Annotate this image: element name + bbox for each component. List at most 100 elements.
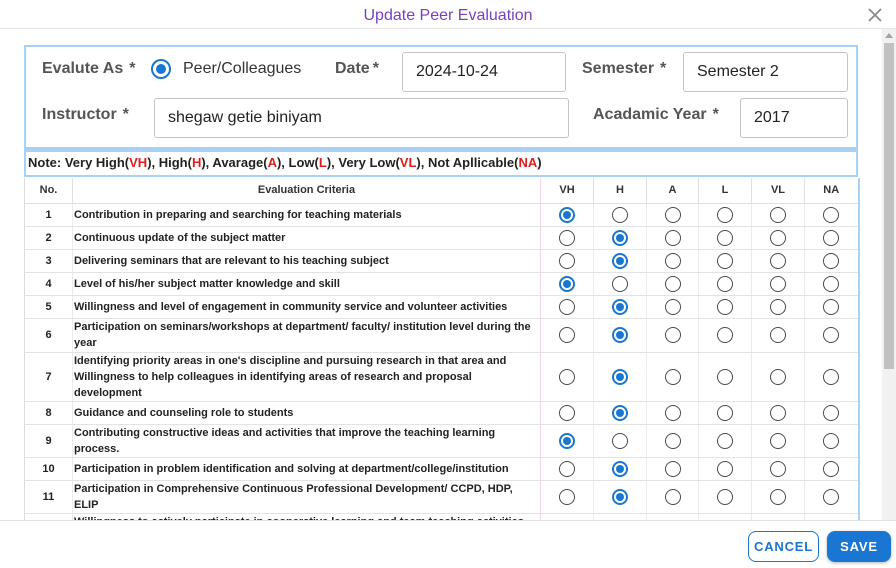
dialog-content: Evalute As * Peer/Colleagues Date * 2024-1… [0,29,882,520]
rating-radio-l[interactable] [717,298,733,315]
peer-colleagues-label[interactable]: Peer/Colleagues [183,60,301,78]
rating-radio-na[interactable] [823,252,840,269]
semester-select[interactable]: Semester 2 [683,52,848,92]
rating-radio-vh[interactable] [559,404,575,421]
rating-radio-h[interactable] [612,460,628,477]
rating-radio-h[interactable] [612,206,628,223]
scrollbar[interactable] [882,29,896,520]
date-field[interactable]: 2024-10-24 [402,52,566,92]
rating-radio-h[interactable] [612,275,628,292]
rating-radio-a[interactable] [664,298,681,315]
rating-radio-h[interactable] [612,229,628,246]
rating-radio-h[interactable] [612,368,628,385]
rating-radio-vl[interactable] [770,298,786,315]
row-number: 3 [24,249,73,273]
rating-radio-l[interactable] [717,460,733,477]
rating-radio-vh[interactable] [559,460,575,477]
rating-cell-a [646,513,699,520]
rating-cell-vl [751,457,805,481]
rating-radio-na[interactable] [823,404,840,421]
rating-radio-l[interactable] [717,206,733,223]
rating-radio-vh[interactable] [559,488,575,505]
rating-radio-a[interactable] [664,229,681,246]
rating-radio-vl[interactable] [770,432,786,449]
rating-cell-vl [751,513,805,520]
rating-radio-h[interactable] [612,298,628,315]
rating-radio-na[interactable] [823,275,840,292]
rating-radio-vh[interactable] [559,298,575,315]
close-icon[interactable] [866,6,884,24]
rating-cell-h [593,272,647,296]
rating-radio-h[interactable] [612,432,628,449]
legend-text: ), Very Low( [326,155,400,170]
rating-radio-vh[interactable] [559,252,575,269]
rating-cell-vl [751,272,805,296]
rating-radio-a[interactable] [664,206,681,223]
rating-radio-na[interactable] [823,432,840,449]
rating-radio-a[interactable] [664,488,681,505]
rating-radio-vl[interactable] [770,252,786,269]
rating-radio-a[interactable] [664,432,681,449]
rating-radio-na[interactable] [823,327,840,344]
rating-radio-a[interactable] [664,460,681,477]
save-button[interactable]: SAVE [827,531,891,562]
rating-radio-l[interactable] [717,432,733,449]
rating-radio-vl[interactable] [770,488,786,505]
rating-radio-vh[interactable] [559,206,575,223]
row-number: 7 [24,352,73,402]
rating-radio-h[interactable] [612,252,628,269]
criteria-text: Contributing constructive ideas and acti… [72,424,541,458]
rating-radio-vl[interactable] [770,206,786,223]
rating-radio-l[interactable] [717,275,733,292]
rating-radio-l[interactable] [717,327,733,344]
rating-cell-na [804,457,859,481]
rating-radio-vl[interactable] [770,275,786,292]
scrollbar-thumb[interactable] [884,43,894,369]
cancel-button[interactable]: CANCEL [748,531,819,562]
rating-radio-na[interactable] [823,368,840,385]
peer-colleagues-radio[interactable] [151,59,171,79]
rating-radio-vh[interactable] [559,275,575,292]
rating-radio-a[interactable] [664,404,681,421]
rating-cell-vh [540,480,594,514]
rating-radio-vh[interactable] [559,229,575,246]
rating-radio-vl[interactable] [770,460,786,477]
academic-year-field[interactable]: 2017 [740,98,848,138]
rating-radio-vh[interactable] [559,368,575,385]
rating-radio-h[interactable] [612,404,628,421]
rating-radio-l[interactable] [717,252,733,269]
instructor-field[interactable]: shegaw getie biniyam [154,98,569,138]
rating-radio-l[interactable] [717,229,733,246]
rating-radio-na[interactable] [823,229,840,246]
rating-radio-na[interactable] [823,460,840,477]
rating-radio-h[interactable] [612,488,628,505]
rating-cell-h [593,203,647,227]
rating-radio-l[interactable] [717,368,733,385]
rating-radio-l[interactable] [717,404,733,421]
rating-radio-a[interactable] [664,252,681,269]
rating-radio-h[interactable] [612,327,628,344]
criteria-text: Continuous update of the subject matter [72,226,541,250]
rating-cell-na [804,401,859,425]
table-header-row: No. Evaluation Criteria VH H A L VL NA [24,178,859,204]
rating-cell-h [593,480,647,514]
rating-radio-na[interactable] [823,488,840,505]
rating-radio-a[interactable] [664,368,681,385]
rating-radio-vh[interactable] [559,327,575,344]
rating-radio-a[interactable] [664,327,681,344]
row-number: 4 [24,272,73,296]
rating-radio-vl[interactable] [770,404,786,421]
rating-radio-vl[interactable] [770,229,786,246]
dialog-footer: CANCEL SAVE [0,520,896,568]
rating-radio-na[interactable] [823,298,840,315]
rating-radio-vh[interactable] [559,432,575,449]
rating-radio-vl[interactable] [770,327,786,344]
rating-cell-a [646,352,699,402]
rating-cell-h [593,457,647,481]
scroll-up-arrow-icon[interactable] [885,33,893,38]
rating-radio-na[interactable] [823,206,840,223]
rating-radio-a[interactable] [664,275,681,292]
rating-radio-vl[interactable] [770,368,786,385]
rating-cell-vl [751,401,805,425]
rating-radio-l[interactable] [717,488,733,505]
